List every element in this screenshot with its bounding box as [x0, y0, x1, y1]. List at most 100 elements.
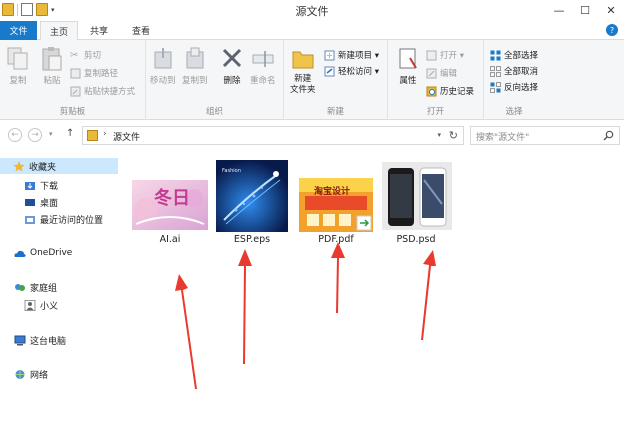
tab-home[interactable]: 主页	[40, 21, 78, 41]
desktop-icon	[25, 198, 35, 206]
tab-view[interactable]: 查看	[126, 21, 156, 40]
copy-path-label: 复制路径	[84, 69, 119, 79]
properties-button[interactable]: 属性	[396, 46, 420, 86]
sidebar-item-user[interactable]: 小义	[0, 297, 58, 313]
computer-icon	[14, 335, 26, 345]
move-to-button[interactable]: 移动到	[150, 46, 176, 86]
help-icon[interactable]: ?	[606, 24, 618, 36]
paste-shortcut-label: 粘贴快捷方式	[84, 87, 136, 97]
easy-access-button[interactable]: 轻松访问 ▾	[324, 64, 379, 78]
open-button[interactable]: 打开 ▾	[426, 48, 464, 62]
network-icon	[15, 369, 25, 379]
sidebar-item-homegroup[interactable]: 家庭组	[0, 279, 57, 295]
group-open: 属性 打开 ▾ 编辑 历史记录 打开	[388, 40, 484, 120]
breadcrumb[interactable]: 源文件	[113, 130, 140, 143]
paste-button[interactable]: 粘贴	[40, 46, 64, 86]
easy-access-label: 轻松访问 ▾	[338, 67, 379, 77]
open-label: 打开 ▾	[440, 51, 464, 61]
delete-label: 删除	[223, 76, 241, 86]
history-label: 历史记录	[440, 87, 475, 97]
copy-path-button[interactable]: 复制路径	[70, 66, 118, 80]
back-button[interactable]: ←	[8, 128, 22, 142]
sidebar-item-downloads[interactable]: 下载	[0, 177, 58, 193]
easy-access-icon	[324, 66, 335, 76]
new-folder-button[interactable]: 新建 文件夹	[290, 46, 316, 96]
sidebar-item-recent[interactable]: 最近访问的位置	[0, 211, 103, 227]
new-item-button[interactable]: 新建项目 ▾	[324, 48, 379, 62]
cut-button[interactable]: ✂ 剪切	[70, 48, 101, 62]
group-label-open: 打开	[426, 107, 444, 117]
cut-label: 剪切	[84, 51, 102, 61]
paste-shortcut-button[interactable]: 粘贴快捷方式	[70, 84, 135, 98]
forward-button[interactable]: →	[28, 128, 42, 142]
invert-selection-label: 反向选择	[504, 83, 539, 93]
sidebar-item-label: 网络	[30, 370, 49, 381]
select-all-label: 全部选择	[504, 51, 539, 61]
select-none-button[interactable]: 全部取消	[490, 64, 538, 78]
search-icon[interactable]	[603, 130, 614, 141]
edit-icon	[426, 68, 437, 78]
close-button[interactable]: ✕	[598, 0, 624, 21]
recent-places-icon	[25, 215, 35, 224]
edit-label: 编辑	[440, 69, 458, 79]
ribbon: 复制 粘贴 ✂ 剪切 复制路径 粘贴快捷方式 剪贴板 移动到 复制到 删除 重命…	[0, 40, 624, 120]
sidebar-item-label: OneDrive	[30, 248, 73, 258]
paste-label: 粘贴	[43, 76, 61, 86]
move-to-icon	[154, 48, 172, 69]
open-icon	[426, 50, 437, 60]
select-all-icon	[490, 50, 501, 60]
file-list: 冬日 AI.ai Fashion ESP.eps 淘宝设计 PDF.pdf PS…	[118, 152, 624, 423]
download-icon	[25, 181, 35, 190]
breadcrumb-separator[interactable]: ›	[103, 129, 107, 139]
address-bar[interactable]: › 源文件 ▾ ↻	[82, 126, 464, 145]
sidebar-item-label: 下载	[40, 181, 59, 192]
navigation-bar: ← → ▾ ↑ › 源文件 ▾ ↻ 搜索"源文件"	[0, 124, 624, 148]
paste-shortcut-icon	[70, 86, 81, 96]
address-dropdown-icon[interactable]: ▾	[437, 131, 441, 139]
rename-label: 重命名	[250, 76, 276, 86]
sidebar-item-favorites[interactable]: 收藏夹	[0, 158, 118, 174]
edit-button[interactable]: 编辑	[426, 66, 457, 80]
sidebar-item-this-pc[interactable]: 这台电脑	[0, 332, 66, 348]
group-label-select: 选择	[505, 107, 523, 117]
rename-button[interactable]: 重命名	[250, 46, 276, 86]
sidebar-item-label: 这台电脑	[30, 336, 67, 347]
tab-file[interactable]: 文件	[0, 21, 37, 40]
homegroup-icon	[15, 283, 25, 291]
user-icon	[24, 299, 36, 311]
move-to-label: 移动到	[150, 76, 176, 86]
sidebar-item-network[interactable]: 网络	[0, 366, 48, 382]
title-bar: ▾ 源文件 — ☐ ✕	[0, 0, 624, 21]
copy-to-button[interactable]: 复制到	[182, 46, 208, 86]
select-none-label: 全部取消	[504, 67, 539, 77]
maximize-button[interactable]: ☐	[572, 0, 598, 21]
copy-icon	[7, 47, 28, 70]
window-controls: — ☐ ✕	[546, 0, 624, 21]
new-folder-icon	[292, 51, 314, 69]
select-all-button[interactable]: 全部选择	[490, 48, 538, 62]
invert-selection-button[interactable]: 反向选择	[490, 80, 538, 94]
delete-button[interactable]: 删除	[220, 46, 244, 86]
cloud-icon	[14, 250, 26, 257]
delete-icon	[222, 48, 242, 68]
history-icon	[426, 86, 437, 96]
annotation-arrows	[175, 242, 436, 389]
history-button[interactable]: 历史记录	[426, 84, 474, 98]
red-arrow-icon	[331, 242, 345, 313]
search-input[interactable]: 搜索"源文件"	[476, 130, 529, 143]
minimize-button[interactable]: —	[546, 0, 572, 21]
group-new: 新建 文件夹 新建项目 ▾ 轻松访问 ▾ 新建	[284, 40, 388, 120]
window-title: 源文件	[295, 5, 329, 18]
refresh-icon[interactable]: ↻	[449, 129, 458, 142]
properties-label: 属性	[399, 76, 417, 86]
sidebar-item-onedrive[interactable]: OneDrive	[0, 245, 72, 261]
group-clipboard: 复制 粘贴 ✂ 剪切 复制路径 粘贴快捷方式 剪贴板	[0, 40, 146, 120]
copy-button[interactable]: 复制	[6, 46, 30, 86]
group-label-organize: 组织	[205, 107, 223, 117]
sidebar-item-label: 小义	[40, 301, 59, 312]
search-box[interactable]: 搜索"源文件"	[470, 126, 620, 145]
up-arrow-icon[interactable]: ↑	[66, 128, 74, 139]
recent-locations-icon[interactable]: ▾	[49, 130, 53, 138]
tab-share[interactable]: 共享	[84, 21, 114, 40]
sidebar-item-desktop[interactable]: 桌面	[0, 194, 58, 210]
